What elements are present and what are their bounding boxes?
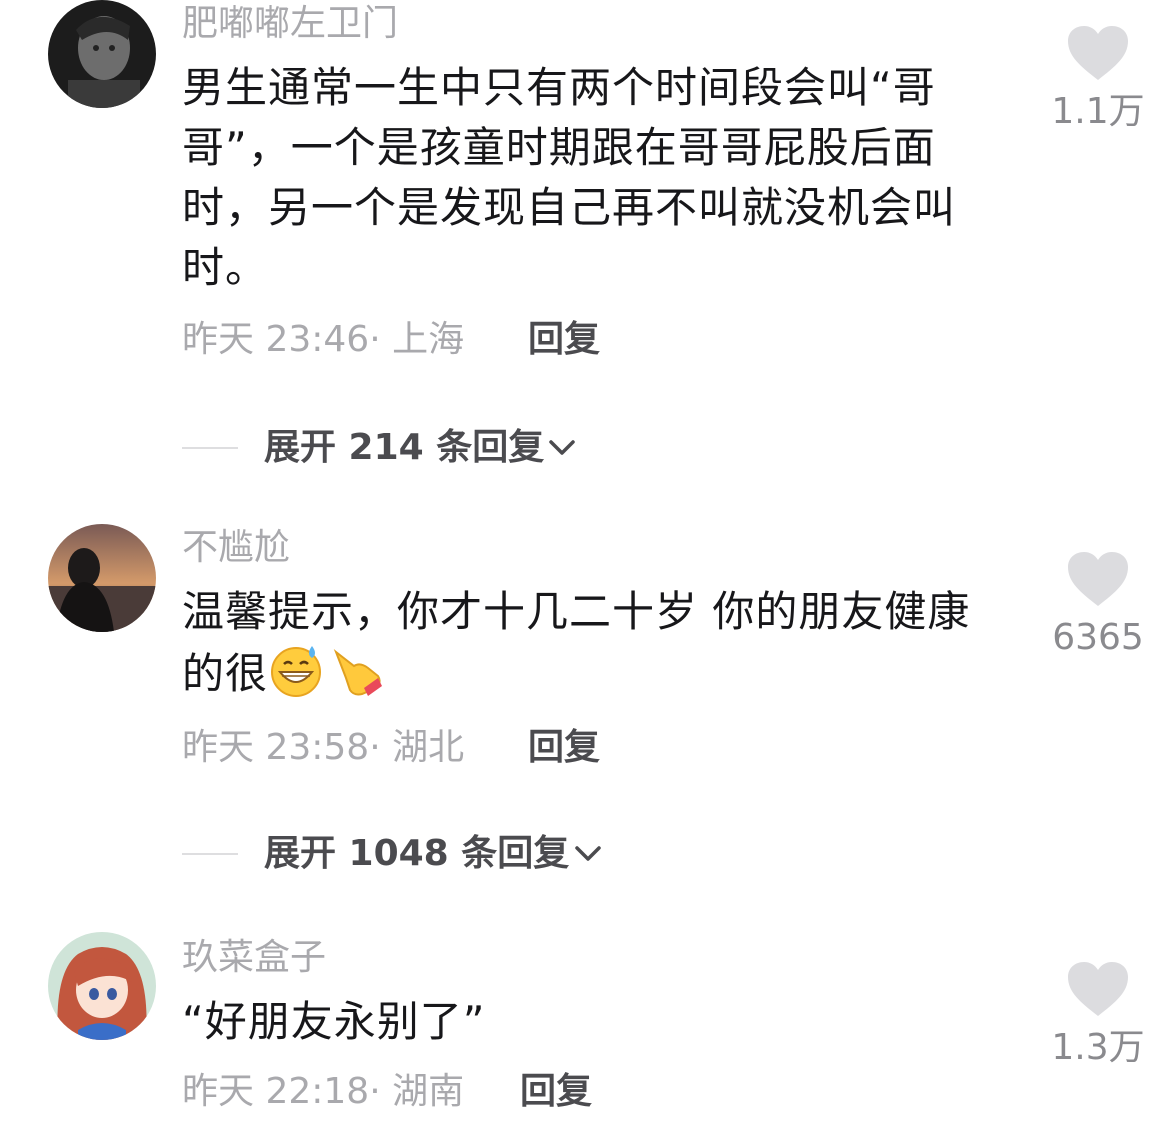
divider-line [182,447,238,449]
comment-item: 玖菜盒子 “好朋友永别了” 昨天 22:18· 湖南 回复 1.3万 [0,932,1170,1136]
reply-button[interactable]: 回复 [528,726,600,770]
like-count: 1.3万 [1051,1027,1145,1068]
reply-button[interactable]: 回复 [520,1070,592,1114]
pointing-hand-emoji [333,649,383,696]
username[interactable]: 肥嘟嘟左卫门 [182,2,398,46]
heart-icon [1068,962,1128,1016]
comment-text: “好朋友永别了” [182,997,486,1046]
like-button[interactable]: 1.3万 [1038,960,1158,1070]
like-button[interactable]: 6365 [1038,550,1158,660]
chevron-down-icon [575,846,601,861]
comment-text: 温馨提示，你才十几二十岁 你的朋友健康的很 [182,582,1002,704]
expand-replies-label: 展开 1048 条回复 [264,833,570,874]
username[interactable]: 不尴尬 [182,526,290,570]
expand-replies[interactable]: 展开 214 条回复 [182,426,602,470]
like-button[interactable]: 1.1万 [1038,24,1158,134]
avatar[interactable]: ♪ [48,0,156,108]
chevron-down-icon [549,440,575,455]
divider-line [182,853,238,855]
reply-button[interactable]: 回复 [528,318,600,362]
svg-text:♪: ♪ [142,84,151,100]
heart-icon [1068,552,1128,606]
comment-item: 不尴尬 温馨提示，你才十几二十岁 你的朋友健康的很 昨天 23:58· 湖北 回… [0,524,1170,904]
username[interactable]: 玖菜盒子 [182,936,326,980]
grinning-sweat-emoji [271,646,322,697]
avatar[interactable] [48,932,156,1040]
like-count: 6365 [1052,617,1144,658]
comment-meta: 昨天 23:46· 上海 [182,319,465,360]
expand-replies[interactable]: 展开 1048 条回复 [182,832,622,876]
comment-meta: 昨天 22:18· 湖南 [182,1071,465,1112]
avatar[interactable] [48,524,156,632]
comment-meta: 昨天 23:58· 湖北 [182,727,465,768]
heart-icon [1068,26,1128,80]
comment-item: ♪ 肥嘟嘟左卫门 男生通常一生中只有两个时间段会叫“哥哥”，一个是孩童时期跟在哥… [0,0,1170,480]
comment-text: 男生通常一生中只有两个时间段会叫“哥哥”，一个是孩童时期跟在哥哥屁股后面时，另一… [182,63,957,292]
expand-replies-label: 展开 214 条回复 [264,427,545,468]
like-count: 1.1万 [1051,91,1145,132]
